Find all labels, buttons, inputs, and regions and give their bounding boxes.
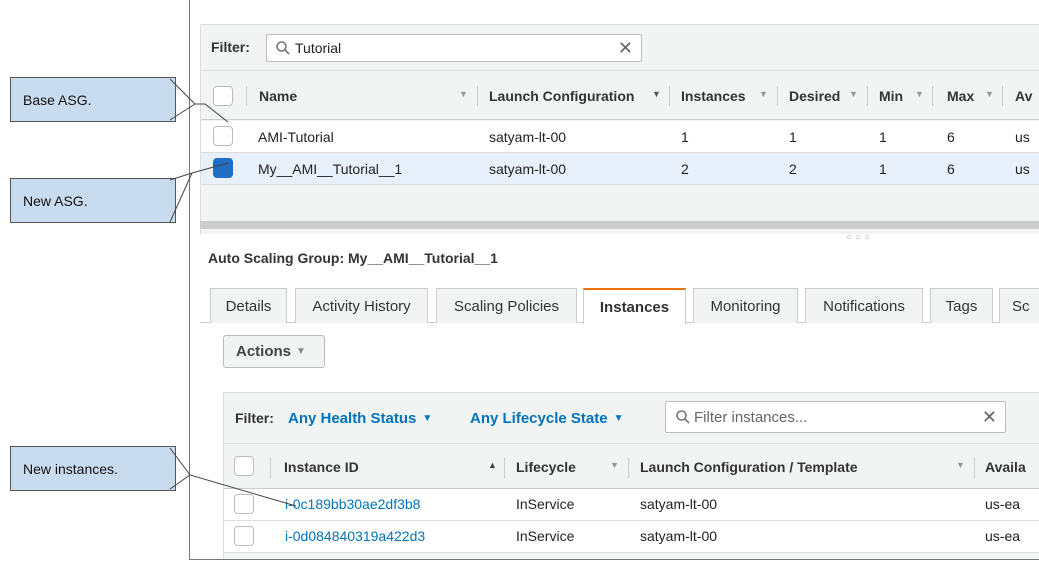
max-count: 6 xyxy=(947,129,955,145)
actions-label: Actions xyxy=(236,343,292,360)
search-icon xyxy=(276,41,290,55)
min-count: 1 xyxy=(879,129,887,145)
instances-search-input[interactable] xyxy=(694,409,974,426)
chevron-down-icon: ▼ xyxy=(613,413,624,424)
availability-zone: us xyxy=(1015,161,1030,177)
actions-button[interactable]: Actions ▼ xyxy=(223,335,325,368)
health-status-value: Any Health Status xyxy=(288,410,417,427)
column-header-instances[interactable]: Instances xyxy=(681,88,746,104)
availability-zone: us xyxy=(1015,129,1030,145)
horizontal-scrollbar[interactable] xyxy=(200,221,1039,229)
callout-base-asg: Base ASG. xyxy=(10,77,176,122)
instances-filter-bar: Filter: Any Health Status ▼ Any Lifecycle… xyxy=(224,393,1039,441)
asg-name: My__AMI__Tutorial__1 xyxy=(258,161,403,177)
sort-asc-icon[interactable]: ▲ xyxy=(488,460,497,470)
callout-new-asg: New ASG. xyxy=(10,178,176,223)
clear-icon[interactable]: ✕ xyxy=(618,38,633,58)
column-header-min[interactable]: Min xyxy=(879,88,903,104)
tab-details[interactable]: Details xyxy=(210,288,287,323)
table-row[interactable]: AMI-Tutorial satyam-lt-00 1 1 1 6 us xyxy=(201,121,1039,153)
select-all-checkbox[interactable] xyxy=(234,456,254,476)
row-checkbox-checked[interactable] xyxy=(213,158,233,178)
lifecycle-state: InService xyxy=(516,528,575,544)
sort-icon[interactable]: ▼ xyxy=(849,89,858,99)
column-header-max[interactable]: Max xyxy=(947,88,974,104)
column-header-desired[interactable]: Desired xyxy=(789,88,840,104)
sort-icon[interactable]: ▼ xyxy=(956,460,965,470)
lifecycle-state: InService xyxy=(516,496,575,512)
console-frame: Filter: ✕ Name ▼ Launch Configuration ▼ … xyxy=(189,0,1039,560)
instance-id-link[interactable]: i-0c189bb30ae2df3b8 xyxy=(285,496,420,512)
sort-icon[interactable]: ▼ xyxy=(652,89,661,99)
launch-template: satyam-lt-00 xyxy=(640,496,718,512)
row-checkbox[interactable] xyxy=(234,526,254,546)
instances-search-box[interactable]: ✕ xyxy=(665,401,1006,433)
table-row[interactable]: My__AMI__Tutorial__1 satyam-lt-00 2 2 1 … xyxy=(201,153,1039,185)
chevron-down-icon: ▼ xyxy=(422,413,433,424)
instances-panel: Filter: Any Health Status ▼ Any Lifecycle… xyxy=(223,392,1039,559)
table-row[interactable]: i-0d084840319a422d3 InService satyam-lt-… xyxy=(224,521,1039,553)
column-header-availability-zone[interactable]: Availa xyxy=(985,459,1026,475)
desired-count: 1 xyxy=(789,129,797,145)
sort-icon[interactable]: ▼ xyxy=(459,89,468,99)
sort-icon[interactable]: ▼ xyxy=(610,460,619,470)
asg-name: AMI-Tutorial xyxy=(258,129,334,145)
tab-scheduled-actions[interactable]: Sc xyxy=(999,288,1039,323)
sort-icon[interactable]: ▼ xyxy=(985,89,994,99)
instances-table-header: Instance ID ▲ Lifecycle ▼ Launch Configu… xyxy=(224,443,1039,489)
column-header-launch-config-template[interactable]: Launch Configuration / Template xyxy=(640,459,858,475)
instances-count: 2 xyxy=(681,161,689,177)
sort-icon[interactable]: ▼ xyxy=(915,89,924,99)
tab-scaling-policies[interactable]: Scaling Policies xyxy=(436,288,577,323)
instance-id-link[interactable]: i-0d084840319a422d3 xyxy=(285,528,425,544)
row-checkbox[interactable] xyxy=(234,494,254,514)
detail-tabs: Details Activity History Scaling Policie… xyxy=(200,288,1039,324)
chevron-down-icon: ▼ xyxy=(296,346,306,357)
lifecycle-state-dropdown[interactable]: Any Lifecycle State ▼ xyxy=(470,410,623,427)
tab-activity-history[interactable]: Activity History xyxy=(295,288,428,323)
sort-icon[interactable]: ▼ xyxy=(759,89,768,99)
row-checkbox[interactable] xyxy=(213,126,233,146)
asg-search-box[interactable]: ✕ xyxy=(266,34,642,62)
availability-zone: us-ea xyxy=(985,528,1021,544)
desired-count: 2 xyxy=(789,161,797,177)
min-count: 1 xyxy=(879,161,887,177)
select-all-checkbox[interactable] xyxy=(213,86,233,106)
launch-template: satyam-lt-00 xyxy=(640,528,718,544)
resize-handle[interactable]: ○○○ xyxy=(846,232,873,243)
tab-monitoring[interactable]: Monitoring xyxy=(693,288,798,323)
column-header-launch-config[interactable]: Launch Configuration xyxy=(489,88,634,104)
filter-label: Filter: xyxy=(211,39,250,55)
tab-tags[interactable]: Tags xyxy=(930,288,993,323)
max-count: 6 xyxy=(947,161,955,177)
availability-zone: us-ea xyxy=(985,496,1021,512)
search-icon xyxy=(676,410,690,424)
lifecycle-state-value: Any Lifecycle State xyxy=(470,410,608,427)
column-header-lifecycle[interactable]: Lifecycle xyxy=(516,459,576,475)
asg-search-input[interactable] xyxy=(295,40,595,56)
tab-instances[interactable]: Instances xyxy=(583,288,686,324)
column-header-availability-zones[interactable]: Av xyxy=(1015,88,1032,104)
asg-detail-title: Auto Scaling Group: My__AMI__Tutorial__1 xyxy=(208,250,498,266)
clear-icon[interactable]: ✕ xyxy=(982,407,997,427)
column-header-instance-id[interactable]: Instance ID xyxy=(284,459,359,475)
instances-count: 1 xyxy=(681,129,689,145)
callout-new-instances: New instances. xyxy=(10,446,176,491)
health-status-dropdown[interactable]: Any Health Status ▼ xyxy=(288,410,432,427)
asg-list-panel: Filter: ✕ Name ▼ Launch Configuration ▼ … xyxy=(200,24,1039,234)
filter-label: Filter: xyxy=(235,410,274,426)
launch-config: satyam-lt-00 xyxy=(489,161,567,177)
column-header-name[interactable]: Name xyxy=(259,88,297,104)
launch-config: satyam-lt-00 xyxy=(489,129,567,145)
asg-table-header: Name ▼ Launch Configuration ▼ Instances … xyxy=(201,72,1039,120)
tab-notifications[interactable]: Notifications xyxy=(805,288,923,323)
asg-filter-bar: Filter: ✕ xyxy=(201,25,1039,71)
table-row[interactable]: i-0c189bb30ae2df3b8 InService satyam-lt-… xyxy=(224,489,1039,521)
